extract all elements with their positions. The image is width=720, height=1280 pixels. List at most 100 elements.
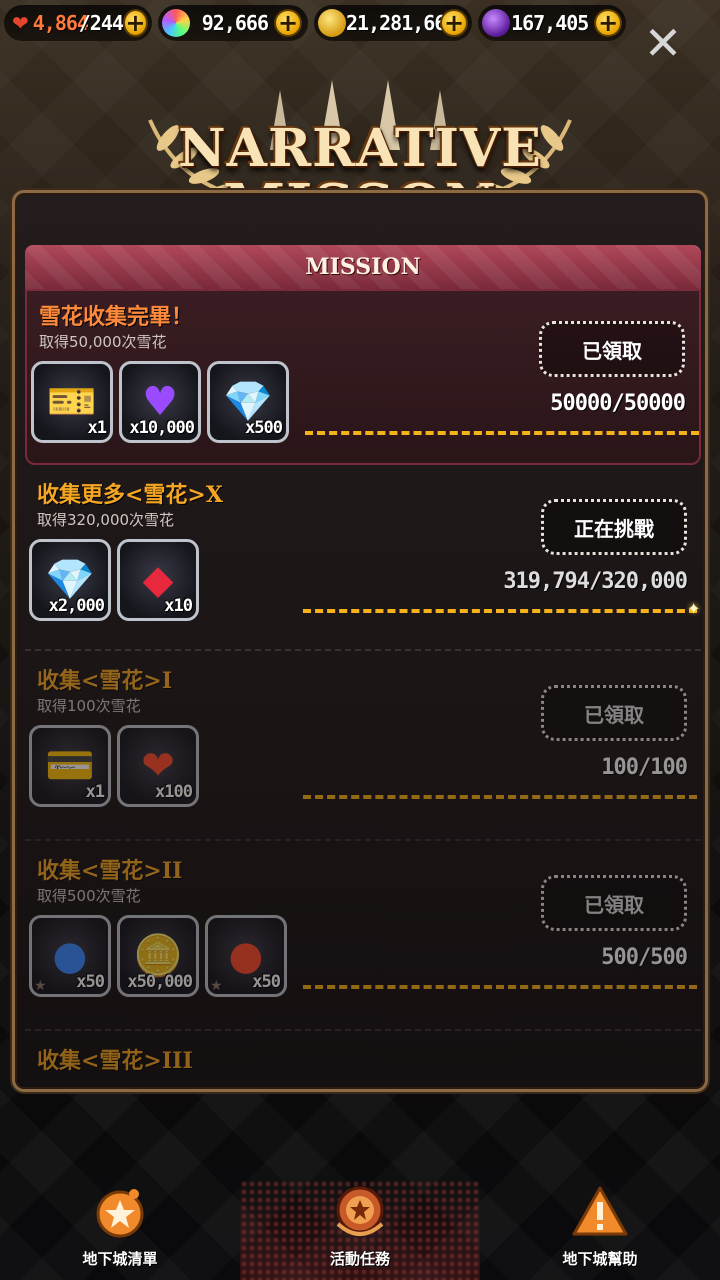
ticket-icon: 🎫 xyxy=(47,379,97,425)
claimed-button[interactable]: 已領取 xyxy=(539,321,685,377)
rainbow-gem-icon xyxy=(162,9,190,37)
nav-label: 活動任務 xyxy=(329,1250,390,1268)
reward-item[interactable]: 🪙 x50,000 xyxy=(117,915,199,997)
mission-subtitle: 取得50,000次雪花 xyxy=(39,333,167,351)
progress-fill xyxy=(303,795,697,799)
reward-list: 💎 x2,000 ◆ x10 xyxy=(29,539,199,621)
resource-gold: 21,281,662 + xyxy=(314,5,472,41)
reward-qty: x50,000 xyxy=(127,972,193,992)
title-line-1: NARRATIVE xyxy=(178,118,542,179)
panel-header: MISSION xyxy=(25,245,701,289)
reward-qty: x100 xyxy=(155,782,193,802)
rainbow-gem-icon: 💎 xyxy=(45,557,95,603)
star-icon: ★ xyxy=(34,978,47,994)
sparkle-icon: ✦ xyxy=(687,599,701,618)
reward-item[interactable]: ◆ x10 xyxy=(117,539,199,621)
progress-bar xyxy=(305,431,699,435)
add-rainbow-gems-button[interactable]: + xyxy=(274,9,302,37)
mission-subtitle: 取得500次雪花 xyxy=(37,887,141,905)
reward-item[interactable]: ❤ x100 xyxy=(117,725,199,807)
reward-item[interactable]: ♥ x10,000 xyxy=(119,361,201,443)
progress-fill xyxy=(303,985,697,989)
help-warning-icon xyxy=(568,1180,632,1244)
blue-orb-icon: ● xyxy=(52,933,88,979)
reward-item[interactable]: 🎫 x1 xyxy=(31,361,113,443)
progress-text: 500/500 xyxy=(601,945,688,970)
progress-fill xyxy=(305,431,699,435)
gold-value: 21,281,662 xyxy=(346,11,457,35)
mission-card: 收集更多<雪花>X 取得320,000次雪花 💎 x2,000 ◆ x10 正在… xyxy=(25,469,701,651)
mission-card: 收集<雪花>III xyxy=(25,1035,701,1089)
reward-list: 🎫 x1 ♥ x10,000 💎 x500 xyxy=(31,361,289,443)
hearts-value: 4,864 xyxy=(32,11,89,35)
bottom-nav: 地下城清單 活動任務 地下城幫助 xyxy=(0,1160,720,1280)
mission-subtitle: 取得320,000次雪花 xyxy=(37,511,175,529)
progress-text: 50000/50000 xyxy=(550,391,686,416)
nav-label: 地下城清單 xyxy=(82,1250,158,1268)
reward-qty: x1 xyxy=(87,418,108,438)
heart-icon: ❤ xyxy=(12,11,29,35)
mission-card: 收集<雪花>II 取得500次雪花 ● ★ x50 🪙 x50,000 ● ★ … xyxy=(25,845,701,1031)
progress-text: 319,794/320,000 xyxy=(503,569,688,594)
mission-title: 收集更多<雪花>X xyxy=(37,482,223,508)
nav-label: 地下城幫助 xyxy=(562,1250,638,1268)
nav-dungeon-help[interactable]: 地下城幫助 xyxy=(480,1180,720,1280)
mission-subtitle: 取得100次雪花 xyxy=(37,697,141,715)
reward-qty: x50 xyxy=(252,972,281,992)
mission-panel: MISSION 雪花收集完畢！ 取得50,000次雪花 🎫 x1 ♥ x10,0… xyxy=(12,190,708,1092)
hearts-max: /244 xyxy=(78,11,124,35)
gold-coins-icon: 🪙 xyxy=(133,933,183,979)
close-button[interactable]: ✕ xyxy=(640,20,686,68)
reward-qty: x500 xyxy=(245,418,283,438)
dungeon-list-icon xyxy=(88,1180,152,1244)
resource-purple-gems: 167,405 + xyxy=(478,5,626,41)
reward-list: 💳 x1 ❤ x100 xyxy=(29,725,199,807)
mission-title: 收集<雪花>III xyxy=(37,1048,193,1074)
claimed-button[interactable]: 已領取 xyxy=(541,685,687,741)
nav-dungeon-list[interactable]: 地下城清單 xyxy=(0,1180,240,1280)
add-hearts-button[interactable]: + xyxy=(122,9,148,37)
reward-item[interactable]: 💎 x500 xyxy=(207,361,289,443)
rainbow-gem-icon: 💎 xyxy=(223,379,273,425)
progress-bar xyxy=(303,985,697,989)
reward-item[interactable]: 💎 x2,000 xyxy=(29,539,111,621)
mission-card: 收集<雪花>I 取得100次雪花 💳 x1 ❤ x100 已領取 100/100 xyxy=(25,655,701,841)
resource-rainbow-gems: 92,666 + xyxy=(158,5,308,41)
add-gold-button[interactable]: + xyxy=(440,9,468,37)
purple-heart-gem-icon: ♥ xyxy=(142,379,178,425)
rainbow-gems-value: 92,666 xyxy=(201,11,269,35)
progress-bar: ✦ xyxy=(303,599,700,618)
reward-qty: x1 xyxy=(85,782,106,802)
progress-bar xyxy=(303,795,697,799)
event-mission-icon xyxy=(328,1180,392,1244)
purple-gems-value: 167,405 xyxy=(511,11,589,35)
resource-bar: ❤ 4,864 /244 + 92,666 + 21,281,662 + 167… xyxy=(0,0,640,46)
progress-text: 100/100 xyxy=(601,755,688,780)
mission-title: 雪花收集完畢！ xyxy=(39,304,194,330)
reward-item[interactable]: ● ★ x50 xyxy=(29,915,111,997)
reward-item[interactable]: ● ★ x50 xyxy=(205,915,287,997)
reward-qty: x10 xyxy=(164,596,193,616)
resource-hearts: ❤ 4,864 /244 + xyxy=(4,5,152,41)
red-orb-icon: ● xyxy=(228,933,264,979)
reward-qty: x50 xyxy=(76,972,105,992)
mission-title: 收集<雪花>I xyxy=(37,668,173,694)
gold-coin-icon xyxy=(318,9,346,37)
in-progress-button[interactable]: 正在挑戰 xyxy=(541,499,687,555)
nav-event-mission[interactable]: 活動任務 xyxy=(240,1180,480,1280)
claimed-button[interactable]: 已領取 xyxy=(541,875,687,931)
add-purple-gems-button[interactable]: + xyxy=(594,9,622,37)
mission-title: 收集<雪花>II xyxy=(37,858,183,884)
bank-card-icon: 💳 xyxy=(45,743,95,789)
reward-qty: x10,000 xyxy=(129,418,195,438)
panel-header-label: MISSION xyxy=(305,254,421,280)
purple-gem-icon xyxy=(482,9,510,37)
mission-card: 雪花收集完畢！ 取得50,000次雪花 🎫 x1 ♥ x10,000 💎 x50… xyxy=(25,289,701,465)
star-icon: ★ xyxy=(210,978,223,994)
reward-list: ● ★ x50 🪙 x50,000 ● ★ x50 xyxy=(29,915,287,997)
red-crystal-icon: ◆ xyxy=(142,557,174,603)
reward-qty: x2,000 xyxy=(48,596,105,616)
progress-fill xyxy=(303,609,697,613)
reward-item[interactable]: 💳 x1 xyxy=(29,725,111,807)
heart-icon: ❤ xyxy=(141,743,175,789)
